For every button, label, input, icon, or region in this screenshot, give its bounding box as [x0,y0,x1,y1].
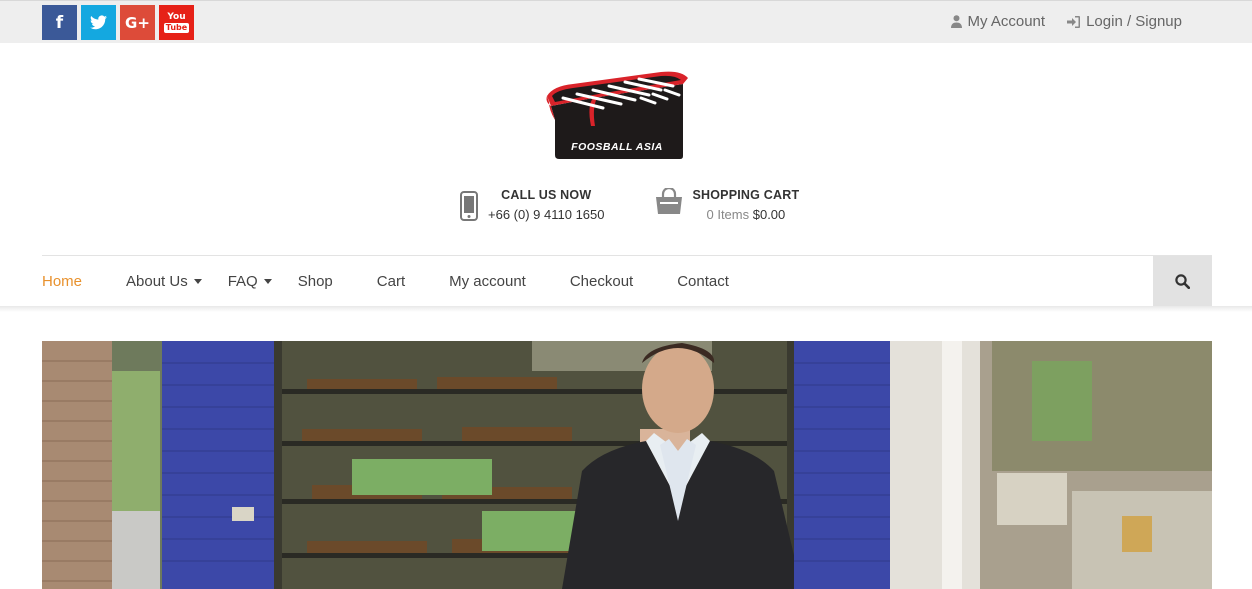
youtube-icon: You Tube [163,11,190,33]
nav-item-checkout[interactable]: Checkout [570,273,633,290]
my-account-label: My Account [967,13,1046,30]
nav-item-label: Cart [376,272,406,290]
sign-in-icon [1067,15,1081,28]
nav-item-label: My account [449,272,526,290]
facebook-button[interactable]: f [42,5,77,40]
nav-item-contact[interactable]: Contact [677,273,729,290]
nav-item-home[interactable]: Home [42,273,82,290]
search-button[interactable] [1153,256,1212,306]
contact-row: CALL US NOW +66 (0) 9 4110 1650 SHOPPING… [458,188,799,222]
cart-total: $0.00 [752,207,786,222]
nav-item-my-account[interactable]: My account [449,273,526,290]
shopping-cart-block[interactable]: SHOPPING CART 0 Items $0.00 [655,188,800,222]
twitter-button[interactable] [81,5,116,40]
twitter-icon [90,15,107,30]
google-plus-icon: G+ [125,13,150,32]
cart-items-count: 0 Items [706,207,750,222]
call-us-title: CALL US NOW [501,188,592,202]
main-navigation: Home About Us FAQ Shop Cart My account C… [42,255,1212,306]
login-signup-label: Login / Signup [1086,13,1182,30]
search-icon [1175,273,1190,289]
hero-image [42,341,1212,589]
shopping-cart-title: SHOPPING CART [692,188,800,202]
mobile-phone-icon [460,191,478,221]
nav-item-cart[interactable]: Cart [377,273,405,290]
youtube-button[interactable]: You Tube [159,5,194,40]
phone-number: +66 (0) 9 4110 1650 [488,207,605,222]
nav-item-label: Contact [677,272,729,290]
nav-item-label: FAQ [227,272,258,290]
nav-item-label: Shop [297,272,333,290]
nav-item-about-us[interactable]: About Us [126,273,202,290]
account-links: My Account Login / Signup [950,13,1182,30]
cart-summary: 0 Items $0.00 [693,207,800,222]
site-logo[interactable]: FOOSBALL ASIA [543,68,691,160]
caret-down-icon [263,279,272,284]
facebook-icon: f [55,12,64,33]
nav-item-shop[interactable]: Shop [298,273,333,290]
nav-item-label: About Us [126,272,188,290]
logo-text: FOOSBALL ASIA [571,141,663,153]
top-bar: f G+ You Tube My Account Login / Signup [0,0,1252,43]
user-icon [950,15,962,28]
my-account-link[interactable]: My Account [950,13,1046,30]
nav-shadow [0,306,1252,312]
caret-down-icon [193,279,202,284]
call-us-block: CALL US NOW +66 (0) 9 4110 1650 [460,188,605,222]
nav-item-label: Checkout [569,272,634,290]
nav-item-faq[interactable]: FAQ [228,273,272,290]
nav-item-label: Home [42,272,83,290]
social-links: f G+ You Tube [42,5,194,40]
login-signup-link[interactable]: Login / Signup [1067,13,1182,30]
foosball-asia-logo: FOOSBALL ASIA [546,71,688,159]
google-plus-button[interactable]: G+ [120,5,155,40]
shopping-bag-icon [655,188,682,214]
hero-photo [42,341,1212,589]
